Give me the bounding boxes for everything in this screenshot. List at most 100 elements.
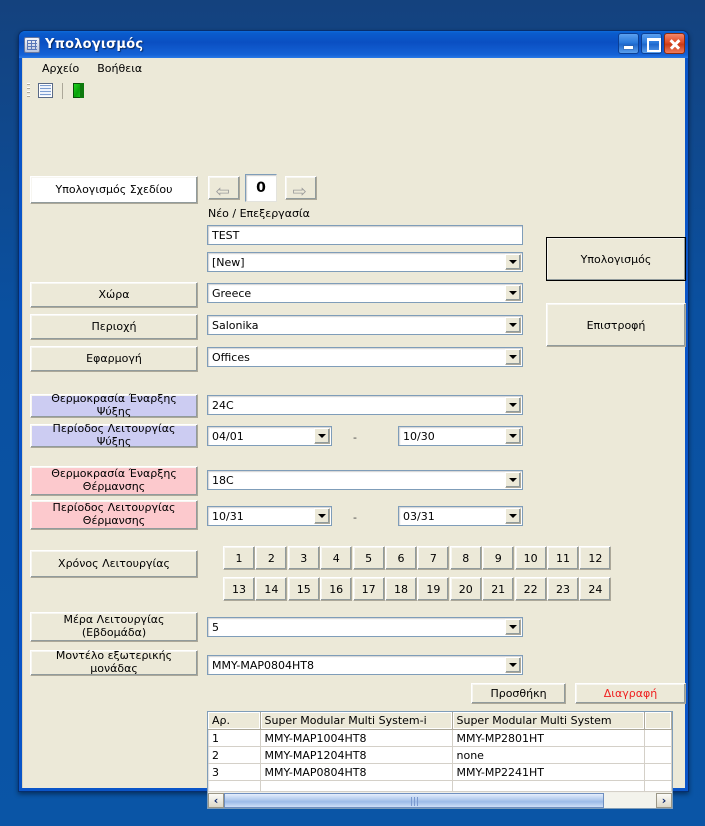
outdoor-model-label[interactable]: Μοντέλο εξωτερικής μονάδας <box>30 650 198 676</box>
cell-smms-i[interactable]: MMY-MAP1004HT8 <box>260 729 453 747</box>
hour-button-22[interactable]: 22 <box>514 577 547 601</box>
cell-extra[interactable] <box>644 729 672 747</box>
hour-button-15[interactable]: 15 <box>287 577 320 601</box>
hour-button-13[interactable]: 13 <box>223 577 255 601</box>
chevron-down-icon[interactable] <box>505 472 521 488</box>
heating-start-temp-label[interactable]: Θερμοκρασία Έναρξης Θέρμανσης <box>30 466 198 496</box>
chevron-down-icon[interactable] <box>314 508 330 524</box>
column-header-no[interactable]: Αρ. <box>208 712 261 730</box>
chevron-down-icon[interactable] <box>505 285 521 301</box>
hour-button-23[interactable]: 23 <box>547 577 579 601</box>
menu-item-file[interactable]: Αρχείο <box>33 60 88 77</box>
heating-period-from-combo[interactable]: 10/31 <box>207 506 332 526</box>
cell-smms[interactable]: MMY-MP2801HT <box>452 729 645 747</box>
hour-button-21[interactable]: 21 <box>482 577 515 601</box>
cell-smms[interactable]: MMY-MP2241HT <box>452 763 645 781</box>
maximize-button[interactable] <box>641 33 662 54</box>
hour-button-3[interactable]: 3 <box>287 546 320 570</box>
hour-button-9[interactable]: 9 <box>482 546 515 570</box>
chevron-down-icon[interactable] <box>505 349 521 365</box>
cell-smms[interactable]: none <box>452 746 645 764</box>
chevron-down-icon[interactable] <box>505 254 521 270</box>
cell-extra[interactable] <box>644 746 672 764</box>
cooling-period-to-combo[interactable]: 10/30 <box>398 426 523 446</box>
chevron-left-icon[interactable]: ‹ <box>208 792 224 808</box>
chevron-down-icon[interactable] <box>505 508 521 524</box>
close-button[interactable] <box>664 33 685 54</box>
application-combo[interactable]: Offices <box>207 347 523 367</box>
hour-button-4[interactable]: 4 <box>320 546 353 570</box>
column-header-smms-i[interactable]: Super Modular Multi System-i <box>260 712 453 730</box>
cooling-start-temp-combo[interactable]: 24C <box>207 395 523 415</box>
column-header-smms[interactable]: Super Modular Multi System <box>452 712 645 730</box>
column-header-extra[interactable] <box>644 712 672 730</box>
cell-no[interactable]: 1 <box>208 729 261 747</box>
name-input[interactable]: TEST <box>207 225 523 245</box>
cooling-start-temp-label[interactable]: Θερμοκρασία Έναρξης Ψύξης <box>30 393 198 418</box>
chevron-down-icon[interactable] <box>314 428 330 444</box>
hour-button-24[interactable]: 24 <box>579 577 612 601</box>
cell-smms-i[interactable]: MMY-MAP1204HT8 <box>260 746 453 764</box>
table-row[interactable]: 1 MMY-MAP1004HT8 MMY-MP2801HT <box>208 729 672 747</box>
hour-button-6[interactable]: 6 <box>385 546 417 570</box>
outdoor-model-combo[interactable]: MMY-MAP0804HT8 <box>207 655 523 675</box>
cell-no[interactable]: 3 <box>208 763 261 781</box>
return-button[interactable]: Επιστροφή <box>546 303 686 347</box>
chevron-down-icon[interactable] <box>505 657 521 673</box>
add-button[interactable]: Προσθήκη <box>471 683 566 704</box>
toolbar-button-grid[interactable] <box>34 80 56 101</box>
cooling-period-from-combo[interactable]: 04/01 <box>207 426 332 446</box>
minimize-button[interactable] <box>618 33 639 54</box>
calculate-button[interactable]: Υπολογισμός <box>546 237 686 281</box>
hour-button-16[interactable]: 16 <box>320 577 353 601</box>
table-row[interactable]: 3 MMY-MAP0804HT8 MMY-MP2241HT <box>208 763 672 781</box>
hour-button-1[interactable]: 1 <box>223 546 255 570</box>
operating-days-label[interactable]: Μέρα Λειτουργίας (Εβδομάδα) <box>30 612 198 642</box>
heating-start-temp-combo[interactable]: 18C <box>207 470 523 490</box>
title-bar[interactable]: Υπολογισμός <box>19 31 688 58</box>
hour-button-19[interactable]: 19 <box>417 577 450 601</box>
toolbar-grip[interactable] <box>27 82 30 99</box>
plan-calculation-label[interactable]: Υπολογισμός Σχεδίου <box>30 176 198 204</box>
hour-button-8[interactable]: 8 <box>449 546 482 570</box>
table-horizontal-scrollbar[interactable]: ‹ › <box>208 791 672 808</box>
region-label[interactable]: Περιοχή <box>30 314 198 340</box>
table-row[interactable]: 2 MMY-MAP1204HT8 none <box>208 746 672 764</box>
record-number-display[interactable]: 0 <box>245 174 277 202</box>
systems-table[interactable]: Αρ. Super Modular Multi System-i Super M… <box>207 711 673 809</box>
hour-button-20[interactable]: 20 <box>449 577 482 601</box>
menu-item-help[interactable]: Βοήθεια <box>88 60 151 77</box>
scrollbar-thumb[interactable] <box>224 792 605 808</box>
next-record-button[interactable] <box>285 176 317 200</box>
cell-no[interactable]: 2 <box>208 746 261 764</box>
toolbar-button-export[interactable] <box>67 80 89 101</box>
record-select-combo[interactable]: [New] <box>207 252 523 272</box>
chevron-down-icon[interactable] <box>505 619 521 635</box>
cell-smms-i[interactable]: MMY-MAP0804HT8 <box>260 763 453 781</box>
heating-period-to-combo[interactable]: 03/31 <box>398 506 523 526</box>
hour-button-10[interactable]: 10 <box>514 546 547 570</box>
operating-hours-label[interactable]: Χρόνος Λειτουργίας <box>30 550 198 578</box>
chevron-down-icon[interactable] <box>505 428 521 444</box>
hour-button-7[interactable]: 7 <box>417 546 450 570</box>
hour-button-14[interactable]: 14 <box>255 577 288 601</box>
hour-button-12[interactable]: 12 <box>579 546 612 570</box>
scrollbar-track[interactable] <box>224 792 656 808</box>
chevron-down-icon[interactable] <box>505 317 521 333</box>
country-label[interactable]: Χώρα <box>30 282 198 308</box>
heating-period-label[interactable]: Περίοδος Λειτουργίας Θέρμανσης <box>30 500 198 530</box>
hour-button-18[interactable]: 18 <box>385 577 417 601</box>
hour-button-17[interactable]: 17 <box>352 577 385 601</box>
application-label[interactable]: Εφαρμογή <box>30 346 198 372</box>
previous-record-button[interactable] <box>208 176 240 200</box>
cell-extra[interactable] <box>644 763 672 781</box>
chevron-right-icon[interactable]: › <box>656 792 672 808</box>
hour-button-2[interactable]: 2 <box>255 546 288 570</box>
cooling-period-label[interactable]: Περίοδος Λειτουργίας Ψύξης <box>30 423 198 448</box>
country-combo[interactable]: Greece <box>207 283 523 303</box>
region-combo[interactable]: Salonika <box>207 315 523 335</box>
hour-button-11[interactable]: 11 <box>547 546 579 570</box>
delete-button[interactable]: Διαγραφή <box>575 683 686 704</box>
hour-button-5[interactable]: 5 <box>352 546 385 570</box>
chevron-down-icon[interactable] <box>505 397 521 413</box>
